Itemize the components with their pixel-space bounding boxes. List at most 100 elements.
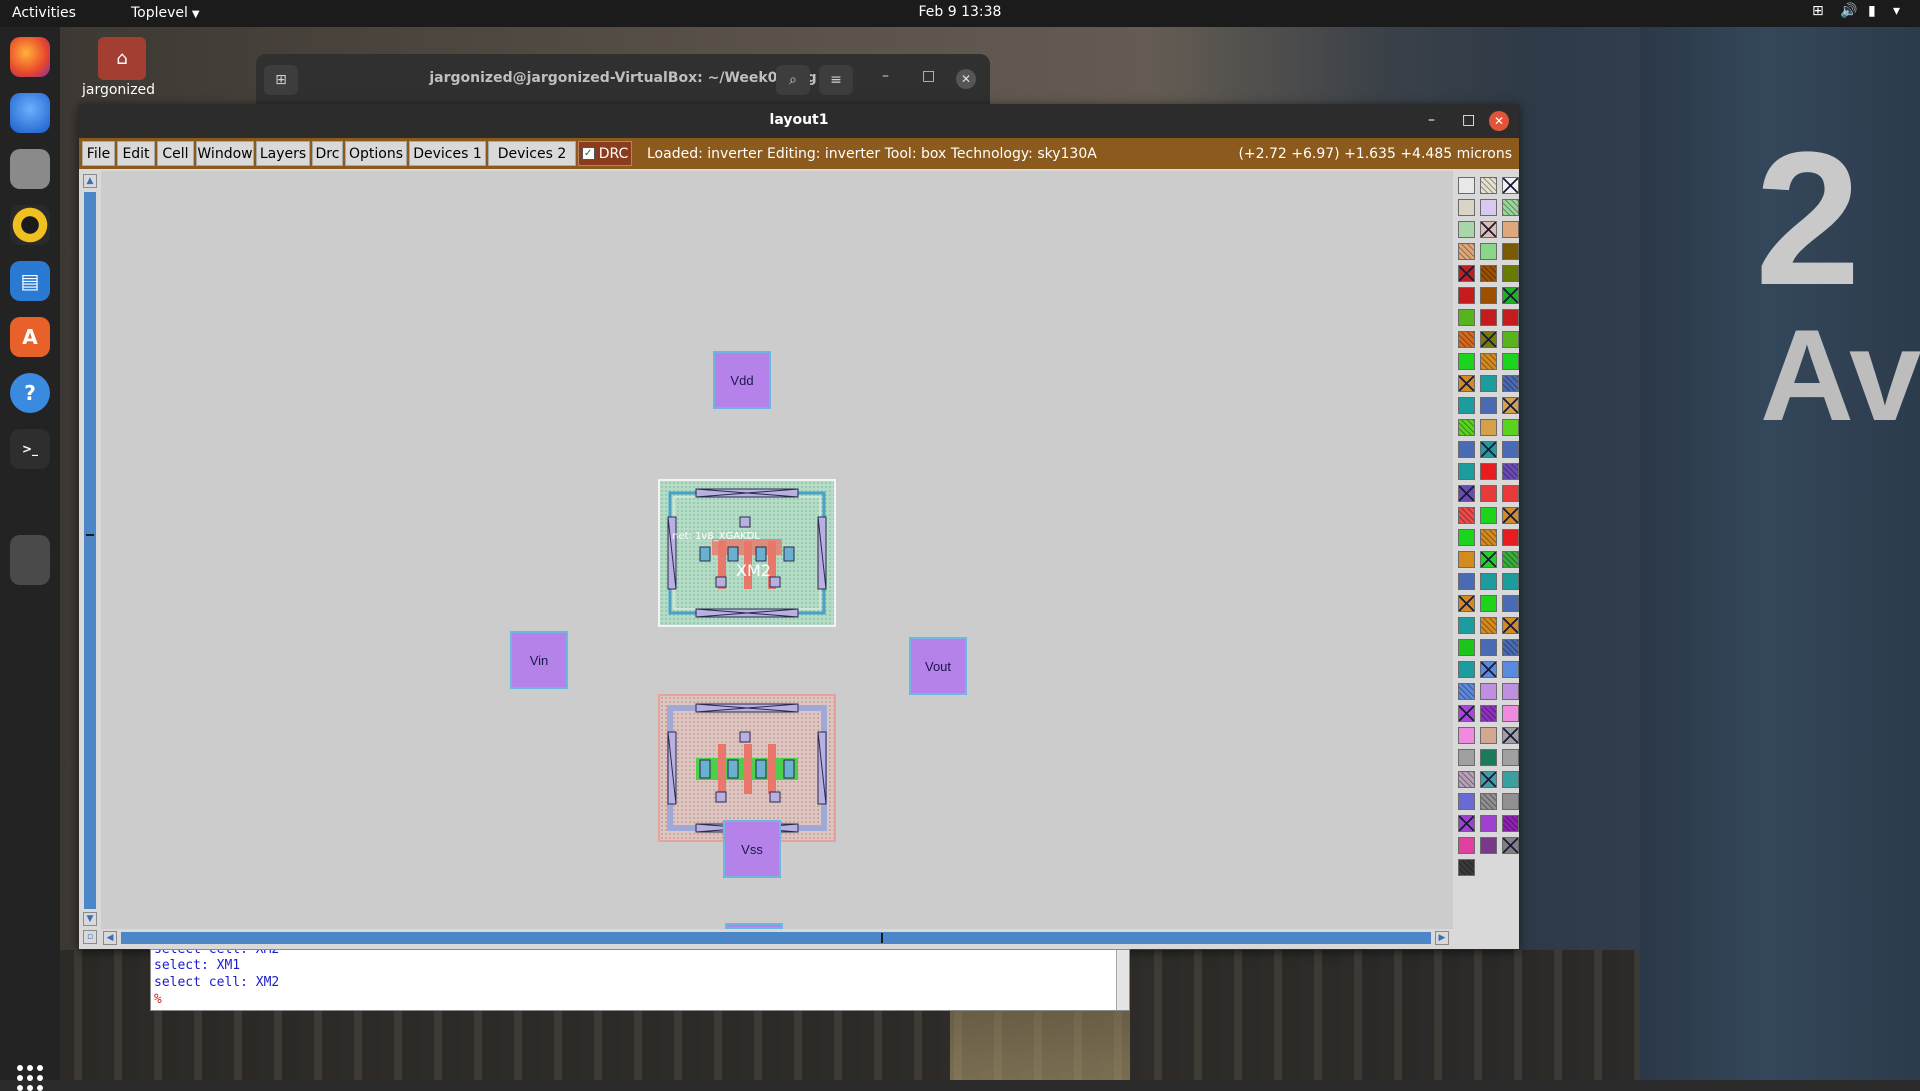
- layer-swatch[interactable]: [1480, 199, 1497, 216]
- layer-swatch[interactable]: [1458, 243, 1475, 260]
- layer-swatch[interactable]: [1502, 639, 1519, 656]
- layer-swatch[interactable]: [1502, 331, 1519, 348]
- layer-swatch[interactable]: [1458, 199, 1475, 216]
- layer-swatch[interactable]: [1458, 771, 1475, 788]
- layer-swatch[interactable]: [1502, 287, 1519, 304]
- layout-canvas[interactable]: Vdd net: 1v8_XGAKDL XM2 Vin Vout: [101, 171, 1453, 929]
- layer-swatch[interactable]: [1502, 309, 1519, 326]
- layer-swatch[interactable]: [1480, 243, 1497, 260]
- layer-swatch[interactable]: [1502, 529, 1519, 546]
- layer-swatch[interactable]: [1502, 727, 1519, 744]
- drc-toggle[interactable]: ✓ DRC: [578, 141, 632, 166]
- minimize-icon[interactable]: –: [882, 68, 889, 84]
- menu-devices-1[interactable]: Devices 1: [409, 141, 486, 166]
- menu-edit[interactable]: Edit: [117, 141, 155, 166]
- layer-swatch[interactable]: [1480, 771, 1497, 788]
- pin-vin[interactable]: Vin: [510, 631, 568, 689]
- layer-swatch[interactable]: [1458, 177, 1475, 194]
- window-titlebar[interactable]: layout1 – □ ✕: [79, 104, 1519, 138]
- battery-icon[interactable]: ▮: [1868, 3, 1876, 19]
- layer-swatch[interactable]: [1458, 529, 1475, 546]
- layer-swatch[interactable]: [1480, 463, 1497, 480]
- layer-swatch[interactable]: [1458, 749, 1475, 766]
- layer-swatch[interactable]: [1480, 353, 1497, 370]
- clock[interactable]: Feb 9 13:38: [0, 4, 1920, 20]
- layer-swatch[interactable]: [1458, 639, 1475, 656]
- close-icon[interactable]: ✕: [956, 69, 976, 89]
- search-icon[interactable]: ⌕: [776, 65, 810, 95]
- layer-swatch[interactable]: [1458, 595, 1475, 612]
- layer-swatch[interactable]: [1502, 507, 1519, 524]
- layer-swatch[interactable]: [1502, 485, 1519, 502]
- layer-swatch[interactable]: [1458, 617, 1475, 634]
- menu-cell[interactable]: Cell: [157, 141, 194, 166]
- layer-swatch[interactable]: [1480, 661, 1497, 678]
- maximize-icon[interactable]: □: [1462, 112, 1475, 128]
- layer-swatch[interactable]: [1480, 815, 1497, 832]
- layer-swatch[interactable]: [1502, 793, 1519, 810]
- home-folder-icon[interactable]: ⌂: [98, 37, 146, 80]
- scroll-up-icon[interactable]: ▲: [83, 174, 97, 188]
- layer-swatch[interactable]: [1480, 419, 1497, 436]
- layer-swatch[interactable]: [1458, 815, 1475, 832]
- layer-swatch[interactable]: [1502, 177, 1519, 194]
- console-scrollbar[interactable]: [1116, 950, 1129, 1010]
- layer-swatch[interactable]: [1458, 661, 1475, 678]
- layer-swatch[interactable]: [1480, 705, 1497, 722]
- layer-swatch[interactable]: [1458, 551, 1475, 568]
- layer-swatch[interactable]: [1458, 837, 1475, 854]
- layer-swatch[interactable]: [1458, 683, 1475, 700]
- layer-swatch[interactable]: [1480, 595, 1497, 612]
- console-prompt[interactable]: %: [154, 992, 162, 1007]
- layer-swatch[interactable]: [1502, 837, 1519, 854]
- horizontal-scrollbar[interactable]: ◀ ▶: [101, 930, 1453, 946]
- layer-swatch[interactable]: [1458, 353, 1475, 370]
- layer-swatch[interactable]: [1480, 837, 1497, 854]
- layer-swatch[interactable]: [1502, 771, 1519, 788]
- layer-swatch[interactable]: [1458, 463, 1475, 480]
- layer-swatch[interactable]: [1458, 727, 1475, 744]
- power-menu-icon[interactable]: ▾: [1893, 3, 1900, 19]
- pfet-device-xm2[interactable]: net: 1v8_XGAKDL XM2: [658, 479, 836, 627]
- layer-swatch[interactable]: [1480, 639, 1497, 656]
- layer-swatch[interactable]: [1502, 683, 1519, 700]
- scroll-left-icon[interactable]: ◀: [103, 931, 117, 945]
- layer-swatch[interactable]: [1502, 441, 1519, 458]
- menu-devices-2[interactable]: Devices 2: [488, 141, 576, 166]
- layer-swatch[interactable]: [1458, 441, 1475, 458]
- layer-swatch[interactable]: [1502, 463, 1519, 480]
- layer-swatch[interactable]: [1480, 397, 1497, 414]
- show-apps-icon[interactable]: [17, 1065, 43, 1091]
- layer-swatch[interactable]: [1458, 331, 1475, 348]
- layer-swatch[interactable]: [1480, 375, 1497, 392]
- layer-swatch[interactable]: [1502, 375, 1519, 392]
- layer-swatch[interactable]: [1458, 397, 1475, 414]
- layer-swatch[interactable]: [1502, 573, 1519, 590]
- layer-swatch[interactable]: [1502, 419, 1519, 436]
- menu-file[interactable]: File: [82, 141, 115, 166]
- menu-drc[interactable]: Drc: [312, 141, 343, 166]
- layer-swatch[interactable]: [1502, 265, 1519, 282]
- layer-swatch[interactable]: [1480, 221, 1497, 238]
- pin-vss[interactable]: Vss: [723, 820, 781, 878]
- thunderbird-icon[interactable]: [10, 93, 50, 133]
- maximize-icon[interactable]: □: [922, 68, 935, 84]
- pin-vdd[interactable]: Vdd: [713, 351, 771, 409]
- terminal-icon[interactable]: >_: [10, 429, 50, 469]
- pin-vout[interactable]: Vout: [909, 637, 967, 695]
- layer-swatch[interactable]: [1502, 397, 1519, 414]
- layer-swatch[interactable]: [1458, 859, 1475, 876]
- layer-swatch[interactable]: [1458, 287, 1475, 304]
- layer-swatch[interactable]: [1502, 199, 1519, 216]
- layer-swatch[interactable]: [1458, 793, 1475, 810]
- hamburger-menu-icon[interactable]: ≡: [819, 65, 853, 95]
- layer-swatch[interactable]: [1480, 309, 1497, 326]
- scroll-down-icon[interactable]: ▼: [83, 912, 97, 926]
- layer-swatch[interactable]: [1458, 705, 1475, 722]
- vertical-scrollbar[interactable]: ▲ ▼ ▫: [82, 172, 98, 944]
- layer-swatch[interactable]: [1480, 485, 1497, 502]
- menu-window[interactable]: Window: [196, 141, 254, 166]
- rhythmbox-icon[interactable]: [10, 205, 50, 245]
- layer-swatch[interactable]: [1458, 485, 1475, 502]
- layer-swatch[interactable]: [1458, 573, 1475, 590]
